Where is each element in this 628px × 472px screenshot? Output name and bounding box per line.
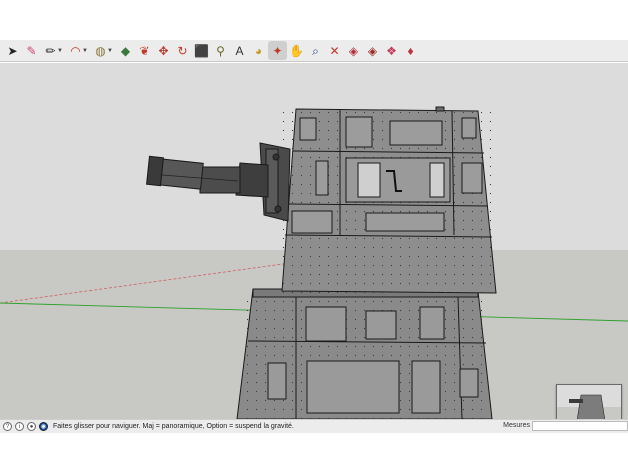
rotate-tool-button[interactable]: ↻ [173,41,192,60]
scale-tool-button[interactable]: ⬛ [192,41,211,60]
orbit-tool-button[interactable]: ✦ [268,41,287,60]
select-tool-icon: ➤ [7,43,18,58]
extension-warehouse-button[interactable]: ◈ [363,41,382,60]
components-button[interactable]: ❖ [382,41,401,60]
push-pull-tool-icon: ◆ [120,43,131,58]
zoom-tool-icon: ⌕ [312,43,319,58]
status-bar: ? i ● ◉ Faites glisser pour naviguer. Ma… [0,419,628,433]
move-tool-icon: ✥ [158,43,169,58]
rotate-tool-icon: ↻ [177,43,188,58]
status-message: Faites glisser pour naviguer. Maj = pano… [53,423,294,430]
eraser-tool-icon: ✎ [26,43,37,58]
pan-tool-button[interactable]: ✋ [287,41,306,60]
zoom-tool-button[interactable]: ⌕ [306,41,325,60]
measures-input[interactable] [532,421,628,431]
geolocation-icon[interactable]: ◉ [39,422,48,431]
pencil-line-tool-button[interactable]: ✏ ▼ [41,41,63,60]
credits-icon[interactable]: i [15,422,24,431]
extension-warehouse-icon: ◈ [367,43,378,58]
warehouse-button[interactable]: ◈ [344,41,363,60]
pencil-line-tool-icon: ✏ [45,43,56,58]
shape-tool-button[interactable]: ◍ ▼ [91,41,113,60]
warehouse-icon: ◈ [348,43,359,58]
orbit-tool-icon: ✦ [272,43,283,58]
extension-manager-button[interactable]: ♦ [401,41,420,60]
scale-tool-icon: ⬛ [194,43,209,58]
arc-tool-button[interactable]: ◠ ▼ [66,41,88,60]
arc-tool-icon: ◠ [70,43,81,58]
components-icon: ❖ [386,43,397,58]
chevron-down-icon[interactable]: ▼ [57,48,63,54]
3d-viewport[interactable] [0,63,628,419]
chevron-down-icon[interactable]: ▼ [107,48,113,54]
pan-tool-icon: ✋ [289,43,304,58]
info-icon[interactable]: ? [3,422,12,431]
window-bottom-area [0,433,628,472]
chevron-down-icon[interactable]: ▼ [82,48,88,54]
push-pull-tool-button[interactable]: ◆ [116,41,135,60]
select-tool-button[interactable]: ➤ [3,41,22,60]
shape-tool-icon: ◍ [95,43,106,58]
follow-me-tool-icon: ❦ [139,43,150,58]
zoom-extents-tool-button[interactable]: ✕ [325,41,344,60]
zoom-extents-tool-icon: ✕ [329,43,340,58]
tape-measure-tool-icon: ⚲ [216,43,225,58]
user-icon[interactable]: ● [27,422,36,431]
move-tool-button[interactable]: ✥ [154,41,173,60]
paint-bucket-tool-button[interactable]: ◕ [249,41,268,60]
measures-label: Mesures [503,422,530,429]
main-toolbar: ➤ ✎ ✏ ▼ ◠ ▼ ◍ ▼ ◆ ❦ ✥ ↻ ⬛ ⚲ A ◕ ✦ ✋ ⌕ ✕ ◈ ◈ ❖ ♦ [0,40,628,62]
paint-bucket-tool-icon: ◕ [254,43,263,58]
tape-measure-tool-button[interactable]: ⚲ [211,41,230,60]
eraser-tool-button[interactable]: ✎ [22,41,41,60]
follow-me-tool-button[interactable]: ❦ [135,41,154,60]
window-top-area [0,0,628,40]
model-scene[interactable] [0,63,628,419]
text-tool-icon: A [235,43,244,58]
text-tool-button[interactable]: A [230,41,249,60]
extension-manager-icon: ♦ [407,43,414,58]
